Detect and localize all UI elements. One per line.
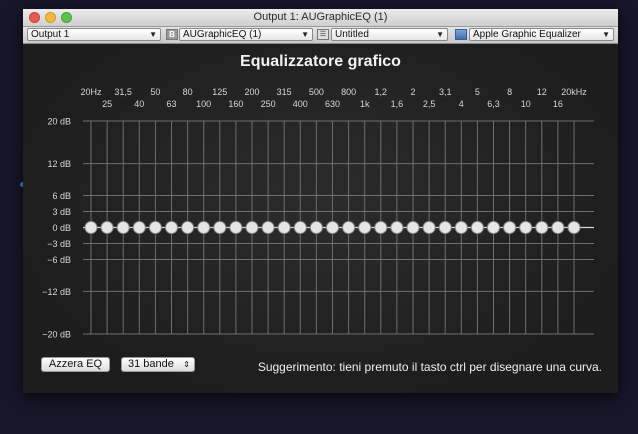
window-title: Output 1: AUGraphicEQ (1): [253, 11, 388, 23]
band-gain-knob[interactable]: [326, 221, 339, 234]
freq-tick-label: 12: [537, 87, 547, 97]
title-bar: Output 1: AUGraphicEQ (1): [23, 9, 618, 27]
freq-tick-label: 16: [553, 99, 563, 109]
view-select[interactable]: Apple Graphic Equalizer ▼: [469, 28, 614, 41]
db-tick-label: −6 dB: [47, 255, 71, 265]
band-gain-knob[interactable]: [358, 221, 372, 234]
plugin-select[interactable]: AUGraphicEQ (1) ▼: [179, 28, 313, 41]
freq-tick-label: 4: [459, 99, 464, 109]
band-gain-knob[interactable]: [422, 221, 436, 234]
band-gain-knob[interactable]: [390, 221, 404, 234]
band-gain-knob[interactable]: [100, 221, 114, 234]
db-tick-label: −20 dB: [42, 330, 71, 340]
freq-tick-label: 500: [309, 87, 324, 97]
freq-tick-label: 630: [325, 99, 340, 109]
freq-tick-label: 5: [475, 87, 480, 97]
band-gain-knob[interactable]: [213, 221, 227, 234]
output-select[interactable]: Output 1 ▼: [27, 28, 161, 41]
freq-tick-label: 1k: [360, 99, 370, 109]
stepper-arrows-icon: ⇕: [183, 360, 190, 369]
db-tick-label: 0 dB: [52, 223, 71, 233]
band-gain-knob[interactable]: [309, 221, 323, 234]
db-tick-label: 6 dB: [52, 191, 71, 201]
band-gain-knob[interactable]: [84, 221, 98, 234]
freq-tick-label: 800: [341, 87, 356, 97]
eq-graph: 20 dB 12 dB 6 dB 3 dB 0 dB −3 dB −6 dB −12 dB −2…: [42, 87, 594, 340]
band-gain-knob[interactable]: [567, 221, 581, 234]
band-gain-knob[interactable]: [293, 221, 307, 234]
db-tick-label: 12 dB: [47, 159, 71, 169]
chevron-down-icon: ▼: [602, 30, 610, 39]
freq-tick-label: 400: [293, 99, 308, 109]
freq-tick-label: 1,2: [375, 87, 388, 97]
band-gain-knob[interactable]: [197, 221, 211, 234]
bands-select[interactable]: 31 bande ⇕: [121, 357, 195, 372]
output-select-value: Output 1: [31, 29, 70, 40]
freq-tick-label: 8: [507, 87, 512, 97]
view-select-value: Apple Graphic Equalizer: [473, 29, 581, 40]
hint-text: Suggerimento: tieni premuto il tasto ctr…: [257, 360, 602, 374]
band-gain-knob[interactable]: [551, 221, 565, 234]
freq-tick-label: 63: [166, 99, 176, 109]
band-gain-knob[interactable]: [229, 221, 243, 234]
band-gain-knob[interactable]: [165, 221, 178, 234]
band-gain-knob[interactable]: [374, 221, 388, 234]
freq-tick-label: 31,5: [114, 87, 132, 97]
chevron-down-icon: ▼: [301, 30, 309, 39]
band-gain-knob[interactable]: [519, 221, 533, 234]
freq-tick-label: 25: [102, 99, 112, 109]
toolbar: Output 1 ▼ B AUGraphicEQ (1) ▼ ☰ Untitle…: [23, 27, 618, 44]
reset-eq-button[interactable]: Azzera EQ: [41, 357, 110, 372]
band-gain-knob[interactable]: [503, 221, 517, 234]
freq-tick-label: 1,6: [391, 99, 404, 109]
band-gain-knob[interactable]: [438, 221, 452, 234]
freq-tick-label: 50: [150, 87, 160, 97]
freq-tick-label: 2,5: [423, 99, 436, 109]
band-gain-knob[interactable]: [454, 221, 468, 234]
bypass-badge-icon[interactable]: B: [166, 29, 178, 40]
db-tick-label: −3 dB: [47, 239, 71, 249]
freq-tick-label: 40: [134, 99, 144, 109]
preset-select[interactable]: Untitled ▼: [331, 28, 448, 41]
chevron-down-icon: ▼: [149, 30, 157, 39]
equalizer-icon[interactable]: ☰: [317, 29, 329, 40]
freq-tick-label: 10: [521, 99, 531, 109]
freq-tick-label: 160: [228, 99, 243, 109]
band-gain-knob[interactable]: [277, 221, 291, 234]
band-gain-knob[interactable]: [148, 221, 162, 234]
freq-tick-label: 80: [183, 87, 193, 97]
preset-select-value: Untitled: [335, 29, 369, 40]
band-gain-knob[interactable]: [116, 221, 130, 234]
band-gain-knob[interactable]: [535, 221, 549, 234]
band-gain-knob[interactable]: [245, 221, 259, 234]
freq-tick-label: 20Hz: [80, 87, 102, 97]
freq-tick-label: 315: [277, 87, 292, 97]
window-view-icon[interactable]: [455, 29, 467, 40]
band-gain-knob[interactable]: [261, 221, 275, 234]
freq-tick-label: 20kHz: [561, 87, 587, 97]
band-gain-knob[interactable]: [132, 221, 146, 234]
db-tick-label: 3 dB: [52, 207, 71, 217]
plugin-select-value: AUGraphicEQ (1): [183, 29, 262, 40]
chevron-down-icon: ▼: [436, 30, 444, 39]
band-gain-knob[interactable]: [470, 221, 484, 234]
bands-select-value: 31 bande: [128, 358, 174, 370]
freq-tick-label: 2: [410, 87, 415, 97]
band-gain-knob[interactable]: [406, 221, 420, 234]
freq-tick-label: 3,1: [439, 87, 452, 97]
freq-tick-label: 200: [244, 87, 259, 97]
band-gain-knob[interactable]: [342, 221, 356, 234]
freq-tick-label: 125: [212, 87, 227, 97]
db-tick-label: −12 dB: [42, 287, 71, 297]
freq-tick-label: 250: [261, 99, 276, 109]
freq-tick-label: 6,3: [487, 99, 500, 109]
db-tick-label: 20 dB: [47, 117, 71, 127]
au-window: Output 1: AUGraphicEQ (1) Output 1 ▼ B A…: [23, 9, 618, 393]
band-gain-knob[interactable]: [181, 221, 195, 234]
eq-panel: Equalizzatore grafico 20 dB 12 dB 6 dB 3 dB…: [23, 44, 618, 393]
freq-tick-label: 100: [196, 99, 211, 109]
band-gain-knob[interactable]: [487, 221, 500, 234]
